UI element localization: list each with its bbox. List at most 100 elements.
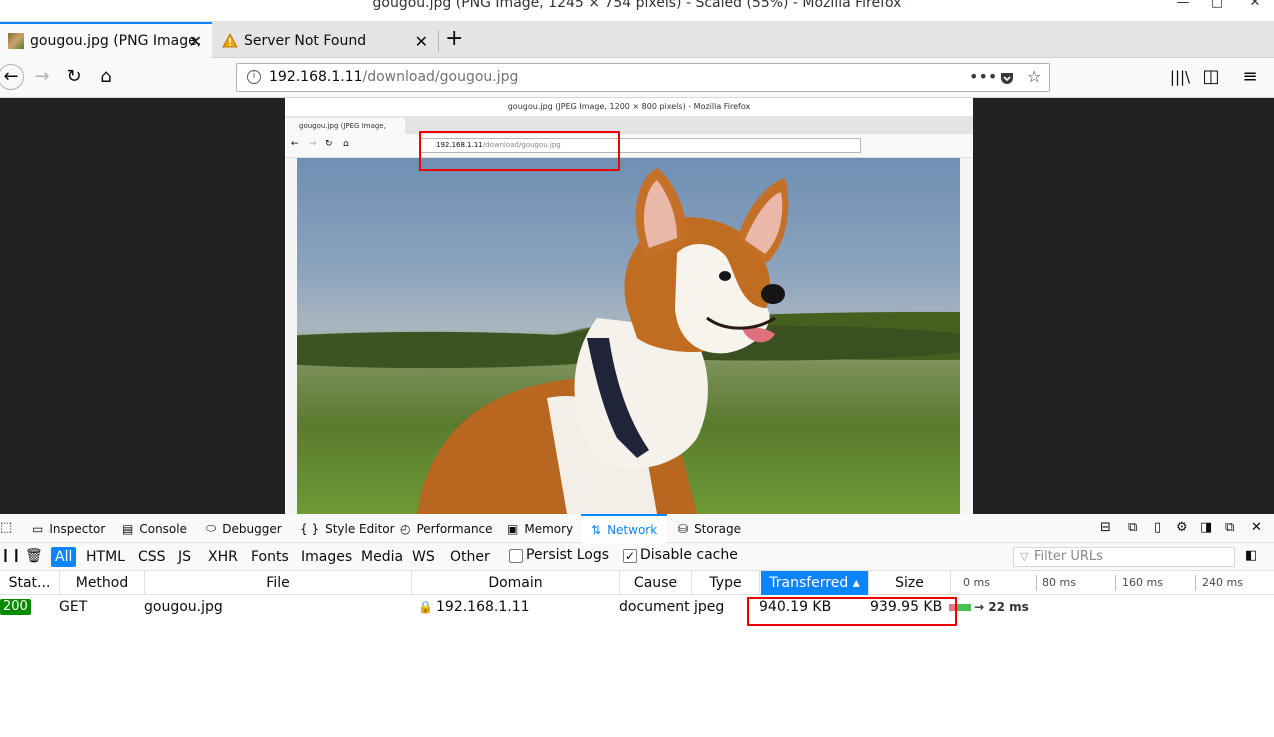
- timeline-tick: 0 ms: [963, 576, 990, 589]
- request-domain: 192.168.1.11: [436, 599, 530, 615]
- inner-nav-bar: ← → ↻ ⌂ 192.168.1.11/download/gougou.jpg: [285, 134, 973, 158]
- close-tab-icon[interactable]: ✕: [415, 32, 428, 51]
- tab-separator: [438, 30, 439, 52]
- tab-label: Server Not Found: [244, 33, 367, 49]
- tab-console[interactable]: ▤ Console: [122, 514, 187, 543]
- column-method[interactable]: Method: [60, 571, 145, 595]
- filter-funnel-icon: ▽: [1020, 550, 1029, 563]
- inner-reload-icon: ↻: [325, 139, 333, 149]
- tab-storage[interactable]: ⛁ Storage: [678, 514, 741, 543]
- frames-icon[interactable]: ⧉: [1128, 520, 1137, 535]
- console-icon: ▤: [122, 521, 134, 536]
- clear-trash-icon[interactable]: 🗑: [25, 548, 43, 564]
- network-filter-bar: ❙❙ 🗑 All HTML CSS JS XHR Fonts Images Me…: [0, 543, 1274, 571]
- disable-cache-label: Disable cache: [640, 547, 738, 563]
- tab-gougou[interactable]: gougou.jpg (PNG Image, ✕: [0, 22, 212, 58]
- library-icon[interactable]: |||\: [1168, 66, 1192, 88]
- settings-gear-icon[interactable]: ⚙: [1176, 520, 1188, 535]
- close-tab-icon[interactable]: ✕: [189, 32, 202, 51]
- split-console-icon[interactable]: ⊟: [1100, 520, 1111, 535]
- tab-strip: gougou.jpg (PNG Image, ✕ Server Not Foun…: [0, 22, 1274, 58]
- tab-network[interactable]: ⇅ Network: [581, 514, 668, 543]
- window-title: gougou.jpg (PNG Image, 1245 × 754 pixels…: [372, 0, 902, 11]
- sidebar-icon[interactable]: ◫: [1199, 66, 1223, 88]
- request-type: jpeg: [694, 599, 725, 615]
- timing-receive-bar: [957, 604, 971, 611]
- corgi-photo: [297, 158, 960, 514]
- home-icon[interactable]: ⌂: [94, 66, 118, 88]
- filter-js[interactable]: JS: [174, 547, 195, 567]
- page-actions-icon[interactable]: •••: [969, 67, 997, 86]
- column-transferred[interactable]: Transferred ▴: [761, 571, 869, 595]
- debugger-icon: ⬭: [206, 521, 217, 535]
- request-timing: → 22 ms: [974, 600, 1029, 614]
- close-window-icon[interactable]: ✕: [1245, 0, 1265, 10]
- inner-window-title: gougou.jpg (JPEG Image, 1200 × 800 pixel…: [285, 98, 973, 116]
- filter-xhr[interactable]: XHR: [204, 547, 242, 567]
- close-devtools-icon[interactable]: ✕: [1251, 520, 1262, 535]
- image-favicon-icon: [8, 33, 24, 49]
- pocket-icon[interactable]: [999, 67, 1015, 90]
- inner-home-icon: ⌂: [343, 139, 349, 149]
- request-cause: document: [619, 599, 690, 615]
- filter-css[interactable]: CSS: [134, 547, 170, 567]
- filter-ws[interactable]: WS: [408, 547, 439, 567]
- tab-debugger[interactable]: ⬭ Debugger: [206, 514, 282, 543]
- back-icon[interactable]: ←: [0, 64, 24, 90]
- bookmark-star-icon[interactable]: ☆: [1027, 67, 1041, 86]
- column-size[interactable]: Size: [869, 571, 951, 595]
- column-domain[interactable]: Domain: [412, 571, 620, 595]
- column-file[interactable]: File: [145, 571, 412, 595]
- new-tab-icon[interactable]: +: [445, 28, 463, 50]
- inner-forward-icon: →: [309, 139, 317, 149]
- tab-style-editor[interactable]: { } Style Editor: [300, 514, 395, 543]
- minimize-icon[interactable]: —: [1173, 0, 1193, 10]
- url-text[interactable]: 192.168.1.11/download/gougou.jpg: [269, 69, 518, 85]
- request-table-header: Stat... Method File Domain Cause Type Tr…: [0, 571, 1274, 595]
- storage-icon: ⛁: [678, 521, 689, 536]
- reload-icon[interactable]: ↻: [62, 66, 86, 88]
- devtools-toolbar: ⬚ ▭ Inspector ▤ Console ⬭ Debugger { } Style…: [0, 514, 1274, 543]
- tab-performance[interactable]: ◴ Performance: [400, 514, 493, 543]
- timeline-tick: 160 ms: [1122, 576, 1163, 589]
- disable-cache-checkbox[interactable]: ✓: [623, 549, 637, 563]
- responsive-design-icon[interactable]: ▯: [1154, 520, 1161, 535]
- toggle-sidebar-icon[interactable]: ◧: [1245, 548, 1257, 563]
- pick-element-icon[interactable]: ⬚: [0, 520, 12, 535]
- request-file: gougou.jpg: [144, 599, 223, 615]
- site-info-icon[interactable]: i: [247, 70, 261, 84]
- inner-tab-strip: gougou.jpg (JPEG Image,: [285, 116, 973, 134]
- filter-media[interactable]: Media: [357, 547, 407, 567]
- filter-other[interactable]: Other: [446, 547, 494, 567]
- separate-window-icon[interactable]: ⧉: [1225, 520, 1234, 535]
- forward-icon[interactable]: →: [30, 66, 54, 88]
- table-row[interactable]: 200 GET gougou.jpg 🔒 192.168.1.11 docume…: [0, 595, 1274, 619]
- memory-icon: ▣: [507, 521, 519, 536]
- inner-tab-label: gougou.jpg (JPEG Image,: [285, 118, 405, 134]
- pause-icon[interactable]: ❙❙: [0, 548, 22, 563]
- transferred-highlight-box: [747, 597, 957, 626]
- insecure-connection-icon: 🔒: [418, 600, 433, 614]
- displayed-image: gougou.jpg (JPEG Image, 1200 × 800 pixel…: [285, 98, 973, 514]
- column-cause[interactable]: Cause: [620, 571, 692, 595]
- url-highlight-box: [419, 131, 620, 171]
- tab-memory[interactable]: ▣ Memory: [507, 514, 573, 543]
- filter-all[interactable]: All: [51, 547, 77, 567]
- tab-label: gougou.jpg (PNG Image,: [30, 33, 202, 49]
- tab-inspector[interactable]: ▭ Inspector: [32, 514, 105, 543]
- filter-html[interactable]: HTML: [82, 547, 129, 567]
- maximize-icon[interactable]: □: [1207, 0, 1227, 10]
- dock-side-icon[interactable]: ◨: [1200, 520, 1212, 535]
- filter-fonts[interactable]: Fonts: [247, 547, 293, 567]
- menu-icon[interactable]: ≡: [1238, 66, 1262, 88]
- column-status[interactable]: Stat...: [0, 571, 60, 595]
- column-type[interactable]: Type: [692, 571, 760, 595]
- filter-images[interactable]: Images: [297, 547, 356, 567]
- url-bar[interactable]: i 192.168.1.11/download/gougou.jpg ••• ☆: [236, 63, 1050, 92]
- filter-urls-input[interactable]: ▽ Filter URLs: [1013, 547, 1235, 567]
- tab-server-not-found[interactable]: Server Not Found ✕: [214, 24, 438, 58]
- network-icon: ⇅: [591, 522, 602, 537]
- persist-logs-checkbox[interactable]: [509, 549, 523, 563]
- performance-icon: ◴: [400, 521, 411, 536]
- timeline-tick: 80 ms: [1042, 576, 1076, 589]
